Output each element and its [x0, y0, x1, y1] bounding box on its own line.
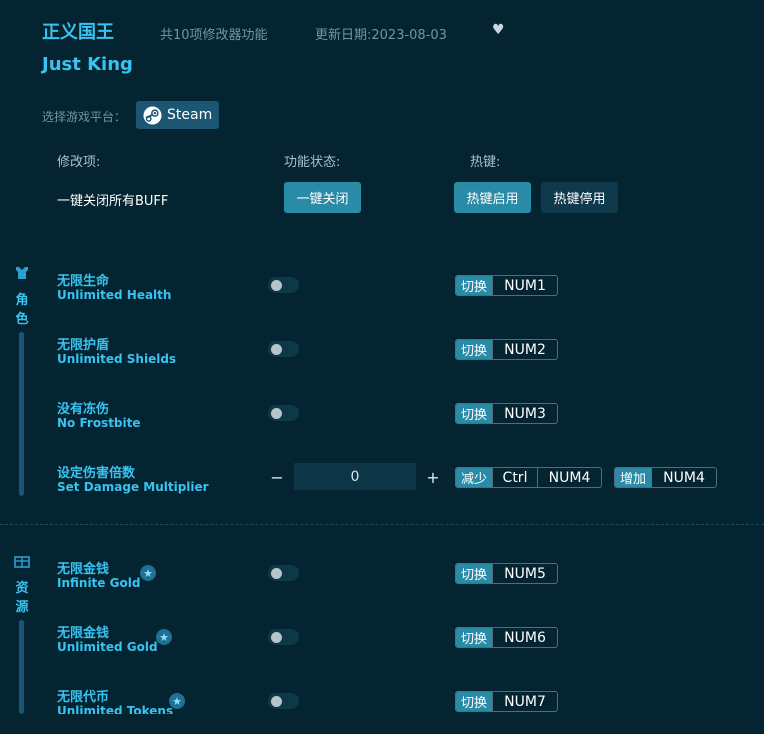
- toggle-knob: [271, 568, 282, 579]
- hotkey-tag: 切换: [456, 340, 493, 359]
- unlimited-gold-toggle[interactable]: [268, 629, 299, 645]
- hotkey-tag: 切换: [456, 404, 493, 423]
- unlimited-health-toggle[interactable]: [268, 277, 299, 293]
- item-label-en: Unlimited Health: [57, 288, 172, 302]
- section-character-label-2: 色: [15, 312, 29, 327]
- item-label-en: Unlimited Tokens: [57, 704, 174, 714]
- toggle-knob: [271, 344, 282, 355]
- steam-label: Steam: [167, 107, 213, 123]
- item-label-cn: 设定伤害倍数: [57, 466, 136, 481]
- item-label-en: Set Damage Multiplier: [57, 480, 209, 494]
- star-icon: ★: [140, 565, 156, 581]
- close-all-button[interactable]: 一键关闭: [284, 182, 361, 213]
- section-resources-scrollbar[interactable]: [19, 620, 24, 714]
- item-label-en: Infinite Gold: [57, 576, 141, 590]
- disable-all-buff-label: 一键关闭所有BUFF: [57, 194, 169, 209]
- hotkey-tag: 切换: [456, 628, 493, 647]
- update-date: 更新日期:2023-08-03: [315, 28, 447, 43]
- hotkey-unlimited-health: 切换 NUM1: [455, 275, 559, 296]
- item-label-cn: 无限代币: [57, 690, 110, 705]
- item-label-en: No Frostbite: [57, 416, 141, 430]
- hotkey-disable-button[interactable]: 热键停用: [541, 182, 618, 213]
- column-mod: 修改项:: [57, 155, 101, 170]
- star-icon: ★: [169, 693, 185, 709]
- steam-icon: [143, 105, 162, 125]
- no-frostbite-toggle[interactable]: [268, 405, 299, 421]
- hotkey-decrease: 减少 Ctrl NUM4: [455, 467, 603, 488]
- hotkey-increase: 增加 NUM4: [614, 467, 718, 488]
- toggle-knob: [271, 280, 282, 291]
- hotkey-tag: 切换: [456, 692, 493, 711]
- hotkey-tag: 切换: [456, 564, 493, 583]
- item-label-cn: 无限护盾: [57, 338, 110, 353]
- hotkey-infinite-gold: 切换 NUM5: [455, 563, 559, 584]
- hotkey-key: NUM2: [492, 340, 557, 359]
- character-icon: [13, 264, 31, 282]
- unlimited-shields-toggle[interactable]: [268, 341, 299, 357]
- item-label-cn: 没有冻伤: [57, 402, 110, 417]
- game-title-en: Just King: [42, 54, 133, 75]
- feature-count: 共10项修改器功能: [160, 28, 268, 43]
- item-label-cn: 无限生命: [57, 274, 110, 289]
- section-divider: [0, 524, 764, 525]
- hotkey-key: NUM3: [492, 404, 557, 423]
- hotkey-key: NUM5: [492, 564, 557, 583]
- hotkey-no-frostbite: 切换 NUM3: [455, 403, 559, 424]
- column-hotkey: 热键:: [470, 155, 501, 170]
- damage-multiplier-input[interactable]: [294, 463, 416, 490]
- heart-icon[interactable]: ♥: [492, 22, 505, 38]
- infinite-gold-toggle[interactable]: [268, 565, 299, 581]
- decrease-button[interactable]: −: [269, 468, 285, 487]
- unlimited-tokens-toggle[interactable]: [268, 693, 299, 709]
- item-label-en: Unlimited Gold: [57, 640, 158, 654]
- toggle-knob: [271, 632, 282, 643]
- platform-label: 选择游戏平台：: [42, 110, 127, 124]
- section-character-scrollbar[interactable]: [19, 332, 24, 496]
- steam-platform-button[interactable]: Steam: [136, 101, 219, 129]
- section-character-label-1: 角: [15, 293, 29, 308]
- hotkey-key: NUM1: [492, 276, 557, 295]
- hotkey-unlimited-shields: 切换 NUM2: [455, 339, 559, 360]
- star-icon: ★: [156, 629, 172, 645]
- item-label-cn: 无限金钱: [57, 626, 110, 641]
- toggle-knob: [271, 408, 282, 419]
- hotkey-unlimited-gold: 切换 NUM6: [455, 627, 559, 648]
- hotkey-enable-button[interactable]: 热键启用: [454, 182, 531, 213]
- hotkey-key: NUM4: [651, 468, 716, 487]
- hotkey-key: NUM7: [492, 692, 557, 711]
- section-resources-label-1: 资: [15, 581, 29, 596]
- toggle-knob: [271, 696, 282, 707]
- hotkey-key: NUM4: [537, 468, 601, 487]
- hotkey-modifier: Ctrl: [492, 468, 537, 487]
- item-label-en: Unlimited Shields: [57, 352, 177, 366]
- hotkey-tag: 减少: [456, 468, 493, 487]
- hotkey-tag: 增加: [615, 468, 652, 487]
- chest-icon: [13, 552, 31, 570]
- column-status: 功能状态:: [284, 155, 341, 170]
- game-title-cn: 正义国王: [42, 22, 114, 43]
- hotkey-tag: 切换: [456, 276, 493, 295]
- section-resources-label-2: 源: [15, 600, 29, 615]
- item-label-cn: 无限金钱: [57, 562, 110, 577]
- increase-button[interactable]: +: [425, 468, 441, 487]
- hotkey-unlimited-tokens: 切换 NUM7: [455, 691, 559, 712]
- hotkey-key: NUM6: [492, 628, 557, 647]
